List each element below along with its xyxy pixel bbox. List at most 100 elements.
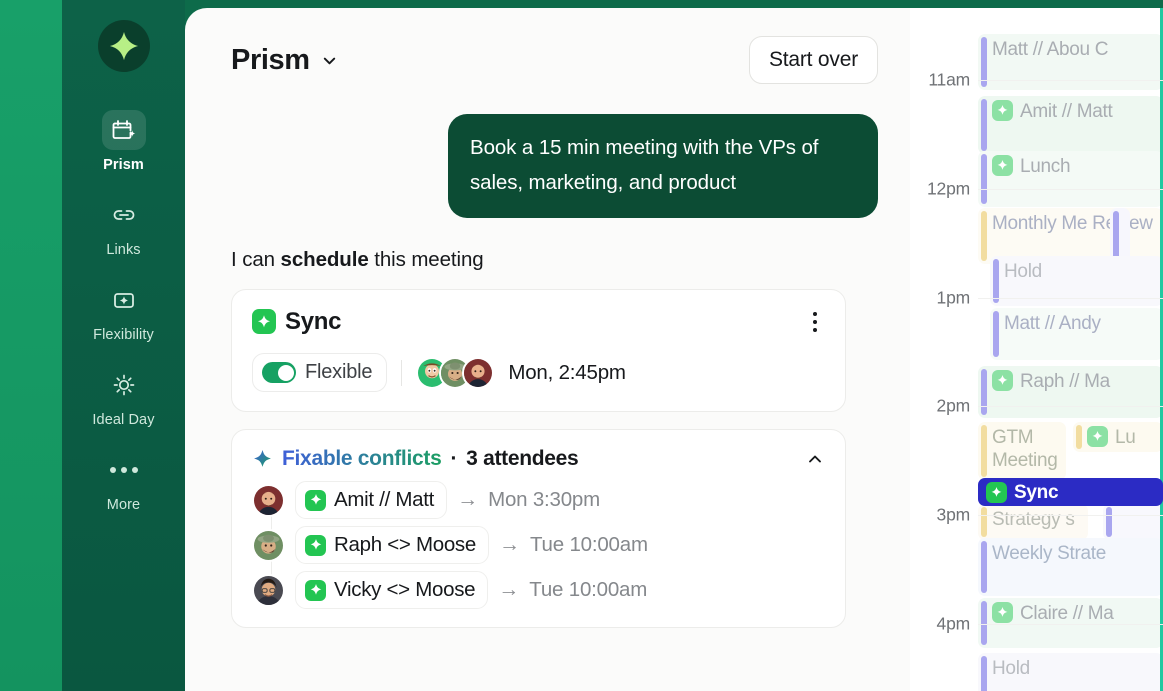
conflict-event-name: Vicky <> Moose (334, 578, 476, 602)
user-message-row: Book a 15 min meeting with the VPs of sa… (231, 114, 878, 218)
prism-sparkle-logo-icon (109, 31, 138, 61)
conflict-event-name: Amit // Matt (334, 488, 435, 512)
calendar-event[interactable] (1103, 504, 1163, 540)
avatar (252, 483, 285, 517)
calendar-panel[interactable]: 11am 12pm 1pm 2pm 3pm 4pm Matt // Abou C Amit … (910, 8, 1163, 691)
sidebar-item-links[interactable]: Links (62, 195, 185, 258)
conflicts-card: Fixable conflicts · 3 attendees Amit // … (231, 429, 846, 629)
conflicts-header[interactable]: Fixable conflicts · 3 attendees (252, 447, 825, 471)
sidebar-icon-box-more (102, 450, 146, 490)
sparkle-badge-icon (305, 534, 326, 556)
sidebar-item-flexibility[interactable]: Flexibility (62, 280, 185, 343)
left-edge-strip (0, 0, 62, 691)
sidebar-item-ideal-day[interactable]: Ideal Day (62, 365, 185, 428)
meeting-title-group: Sync (252, 308, 341, 336)
assistant-prefix: I can (231, 247, 281, 271)
sidebar-icon-box-flexibility (102, 280, 146, 320)
calendar-event-bar (981, 369, 987, 415)
calendar-event-title: Lu (1115, 427, 1136, 448)
conflict-new-time: Tue 10:00am (529, 533, 648, 557)
assistant-suffix: this meeting (368, 247, 484, 271)
sidebar-icon-box-ideal-day (102, 365, 146, 405)
conflict-new-time: Mon 3:30pm (488, 488, 601, 512)
calendar-event-title: Weekly Strate (992, 543, 1107, 564)
sparkle-badge-icon (992, 100, 1013, 121)
sparkle-badge-icon (305, 489, 326, 511)
attendee-avatars[interactable] (416, 356, 495, 389)
conflict-new-time: Tue 10:00am (529, 578, 648, 602)
avatar (252, 573, 285, 607)
conflicts-attendee-count: 3 attendees (466, 447, 579, 471)
sparkle-badge-icon (252, 309, 276, 335)
calendar-event-title: Raph // Ma (1020, 371, 1110, 392)
arrow-right-icon: → (457, 488, 479, 512)
calendar-event[interactable]: Lunch (978, 151, 1163, 207)
calendar-event[interactable]: Matt // Abou C (978, 34, 1163, 90)
calendar-event[interactable]: Lu (1073, 422, 1163, 452)
calendar-event-title: Matt // Andy (1004, 313, 1101, 334)
flexible-label: Flexible (305, 361, 373, 384)
calendar-hour-line (978, 624, 1163, 625)
conflict-event-name: Raph <> Moose (334, 533, 476, 557)
calendar-time-gutter: 11am 12pm 1pm 2pm 3pm 4pm (910, 8, 978, 691)
sidebar-item-label-flexibility: Flexibility (93, 327, 154, 343)
sparkle-badge-icon (305, 579, 326, 601)
conflict-event-pill[interactable]: Raph <> Moose (295, 526, 489, 565)
calendar-event-bar (981, 656, 987, 691)
sparkle-glyph (310, 539, 321, 550)
calendar-event-title: Sync (1014, 481, 1059, 503)
calendar-event[interactable]: Claire // Ma (978, 598, 1163, 648)
conflict-event-pill[interactable]: Vicky <> Moose (295, 571, 489, 610)
calendar-event-selected[interactable]: Sync (978, 478, 1163, 506)
user-message-bubble: Book a 15 min meeting with the VPs of sa… (448, 114, 878, 218)
prism-logo[interactable] (97, 20, 150, 72)
calendar-event-title: Lunch (1020, 156, 1071, 177)
sidebar: Prism Links Flexibility Ideal Day More (62, 0, 185, 691)
main-header: Prism Start over (231, 36, 878, 84)
sidebar-item-label-prism: Prism (103, 157, 144, 173)
calendar-event-bar (981, 425, 987, 477)
meeting-card: Sync Flexible Mon, 2:45pm (231, 288, 846, 413)
chevron-up-icon[interactable] (805, 449, 825, 469)
calendar-event-title: Amit // Matt (1020, 101, 1113, 122)
calendar-hour-line (978, 298, 1163, 299)
conflicts-title-group: Fixable conflicts · 3 attendees (252, 447, 579, 471)
conflict-row: Raph <> Moose → Tue 10:00am (252, 526, 825, 565)
avatar (462, 356, 495, 389)
sparkle-badge-icon (992, 602, 1013, 623)
calendar-event-bar (981, 541, 987, 593)
calendar-sparkle-icon (112, 120, 135, 139)
calendar-event-title: Matt // Abou C (992, 39, 1109, 60)
calendar-event[interactable]: Amit // Matt (978, 96, 1163, 154)
toggle-switch[interactable] (262, 362, 296, 384)
calendar-event[interactable]: Raph // Ma (978, 366, 1163, 418)
sparkle-glyph (257, 315, 271, 328)
calendar-event[interactable]: Matt // Andy (990, 308, 1163, 360)
conflict-event-pill[interactable]: Amit // Matt (295, 481, 448, 520)
calendar-event-bar (981, 507, 987, 537)
calendar-event-title: Hold (1004, 261, 1042, 282)
conflicts-title: Fixable conflicts (282, 447, 442, 471)
page-title-group[interactable]: Prism (231, 44, 339, 77)
calendar-event-bar (993, 311, 999, 357)
flexible-toggle[interactable]: Flexible (252, 353, 388, 393)
sidebar-item-more[interactable]: More (62, 450, 185, 513)
app-window: Prism Links Flexibility Ideal Day More P… (0, 0, 1163, 691)
chevron-down-icon[interactable] (320, 51, 339, 70)
calendar-event[interactable]: Hold (978, 653, 1163, 691)
calendar-event[interactable]: Strategy s (978, 504, 1088, 540)
sparkle-badge-icon (986, 481, 1007, 503)
calendar-hour-label: 3pm (936, 504, 971, 525)
calendar-event[interactable]: GTM Meeting (978, 422, 1066, 480)
calendar-event[interactable]: Weekly Strate (978, 538, 1163, 596)
link-icon (113, 210, 134, 220)
assistant-bold: schedule (280, 247, 369, 271)
sidebar-item-prism[interactable]: Prism (62, 110, 185, 173)
meeting-card-header: Sync (252, 308, 825, 337)
kebab-menu-icon[interactable] (805, 308, 826, 337)
calendar-event-bar (981, 601, 987, 645)
meeting-time: Mon, 2:45pm (508, 360, 626, 384)
start-over-button[interactable]: Start over (748, 36, 878, 84)
gradient-sparkle-icon (254, 449, 271, 467)
main-panel: Prism Start over Book a 15 min meeting w… (185, 8, 910, 691)
